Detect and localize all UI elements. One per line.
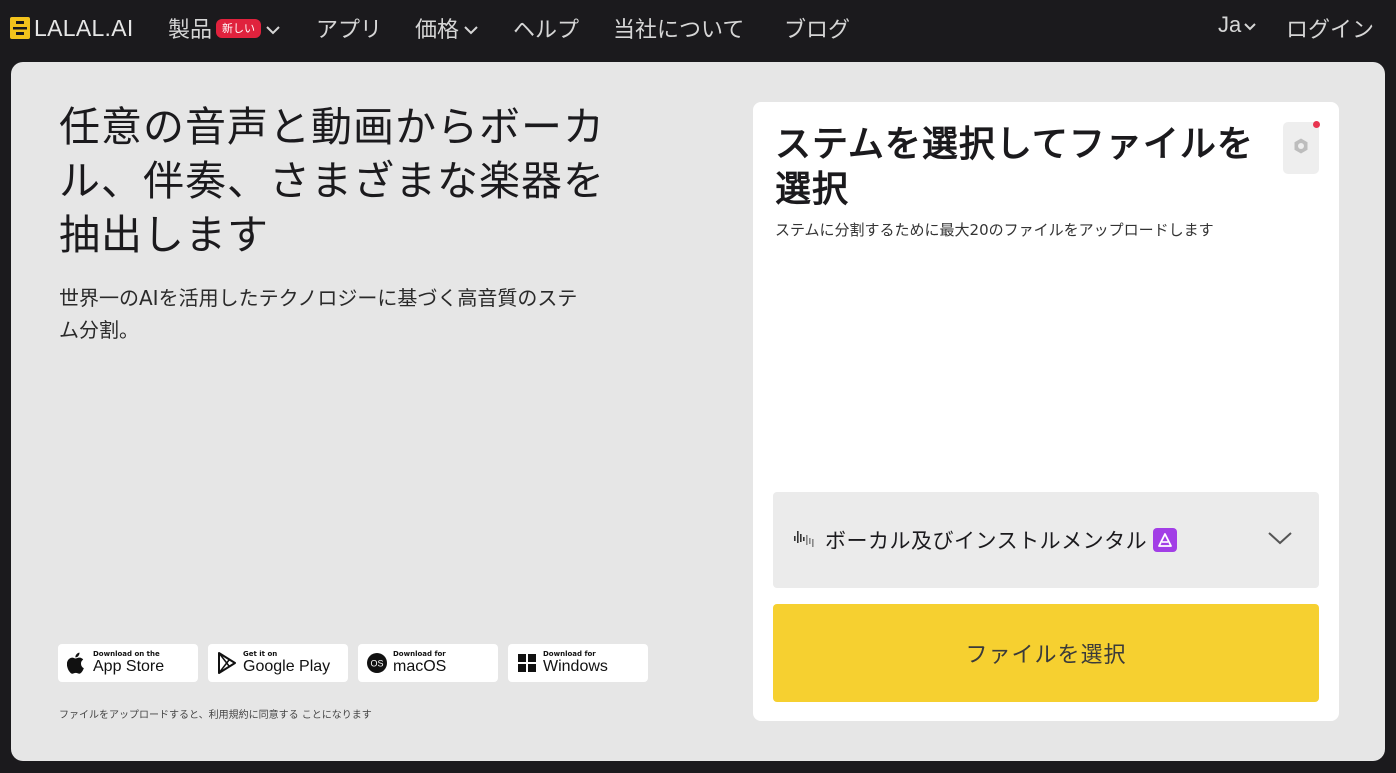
store-big-text: Windows bbox=[543, 658, 608, 675]
stem-select-value: ボーカル及びインストルメンタル bbox=[825, 529, 1148, 553]
login-link[interactable]: ログイン bbox=[1286, 12, 1374, 44]
store-small-text: Download on the bbox=[93, 650, 160, 658]
select-file-button[interactable]: ファイルを選択 bbox=[773, 604, 1319, 702]
language-selector[interactable]: Ja bbox=[1218, 12, 1257, 38]
nav-item-label: 当社について bbox=[613, 18, 745, 43]
store-big-text: Google Play bbox=[243, 658, 331, 675]
macos-icon: OS bbox=[366, 652, 388, 674]
nav-item-label: 製品 bbox=[168, 18, 213, 43]
store-small-text: Download for bbox=[543, 650, 596, 658]
logo-text: LALAL.AI bbox=[34, 14, 134, 41]
settings-button[interactable] bbox=[1283, 122, 1319, 174]
logo[interactable]: LALAL.AI bbox=[10, 14, 134, 41]
store-small-text: Get it on bbox=[243, 650, 278, 658]
google-play-icon bbox=[216, 652, 238, 674]
main-panel: 任意の音声と動画からボーカル、伴奏、さまざまな楽器を抽出します 世界一のAIを活… bbox=[11, 62, 1385, 761]
upload-card: ステムを選択してファイルを選択 ステムに分割するために最大20のファイルをアップ… bbox=[753, 102, 1339, 721]
nav-item-about[interactable]: 当社について bbox=[613, 12, 744, 44]
lalal-logo-icon bbox=[10, 17, 30, 39]
stem-select-dropdown[interactable]: ボーカル及びインストルメンタル bbox=[773, 492, 1319, 588]
chevron-down-icon bbox=[1267, 530, 1293, 550]
new-badge: 新しい bbox=[216, 18, 262, 38]
language-label: Ja bbox=[1218, 12, 1242, 37]
stem-premium-icon bbox=[1153, 528, 1178, 552]
waveform-icon bbox=[793, 528, 817, 552]
store-big-text: App Store bbox=[93, 658, 165, 675]
hero-subtitle: 世界一のAIを活用したテクノロジーに基づく高音質のステム分割。 bbox=[59, 286, 578, 342]
svg-text:OS: OS bbox=[370, 659, 383, 669]
google-play-button[interactable]: Get it on Google Play bbox=[208, 644, 348, 682]
macos-button[interactable]: OS Download for macOS bbox=[358, 644, 498, 682]
nav-item-blog[interactable]: ブログ bbox=[784, 12, 850, 44]
upload-card-description: ステムに分割するために最大20のファイルをアップロードします bbox=[775, 221, 1214, 239]
store-small-text: Download for bbox=[393, 650, 446, 658]
nav-item-pricing[interactable]: 価格 bbox=[415, 12, 479, 44]
apple-icon bbox=[66, 652, 88, 674]
nav-item-label: 価格 bbox=[415, 18, 460, 43]
nav-item-label: アプリ bbox=[316, 18, 383, 43]
windows-icon bbox=[516, 652, 538, 674]
chevron-down-icon bbox=[1243, 13, 1257, 38]
nav-item-products[interactable]: 製品 新しい bbox=[168, 12, 281, 44]
chevron-down-icon bbox=[265, 16, 281, 41]
top-navigation: LALAL.AI 製品 新しい アプリ 価格 ヘルプ 当社について ブログ Ja… bbox=[0, 0, 1396, 56]
nav-item-label: ブログ bbox=[784, 18, 851, 43]
notification-dot bbox=[1313, 121, 1320, 128]
hero-title: 任意の音声と動画からボーカル、伴奏、さまざまな楽器を抽出します bbox=[59, 103, 605, 259]
chevron-down-icon bbox=[463, 16, 479, 41]
store-big-text: macOS bbox=[393, 658, 447, 675]
terms-notice: ファイルをアップロードすると、利用規約に同意する ことになります bbox=[59, 710, 372, 721]
nav-item-label: ヘルプ bbox=[513, 18, 580, 43]
upload-card-title: ステムを選択してファイルを選択 bbox=[775, 124, 1254, 210]
windows-button[interactable]: Download for Windows bbox=[508, 644, 648, 682]
login-label: ログイン bbox=[1286, 18, 1375, 43]
nav-item-apps[interactable]: アプリ bbox=[316, 12, 382, 44]
app-store-button[interactable]: Download on the App Store bbox=[58, 644, 198, 682]
gear-icon bbox=[1292, 137, 1310, 159]
nav-item-help[interactable]: ヘルプ bbox=[513, 12, 579, 44]
store-buttons: Download on the App Store Get it on Goog… bbox=[58, 644, 648, 682]
